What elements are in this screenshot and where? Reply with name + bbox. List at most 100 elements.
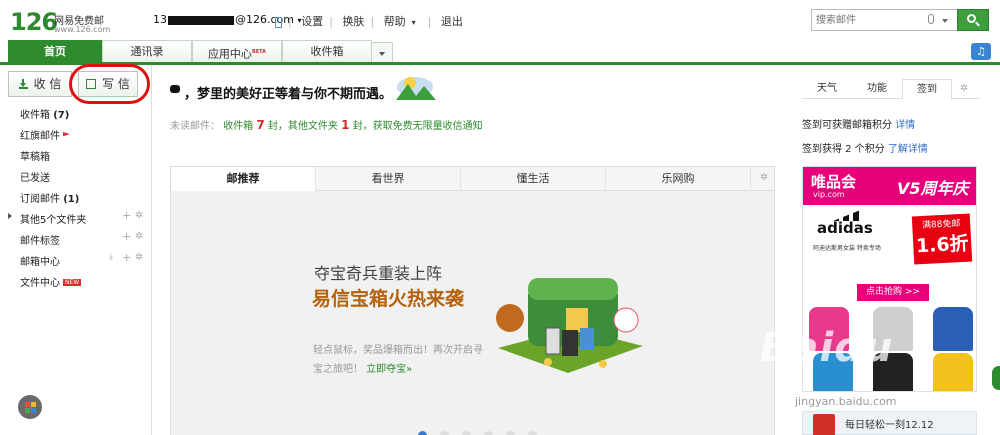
- ad-adidas-text: adidas: [817, 219, 873, 237]
- carousel-dot[interactable]: [528, 431, 537, 435]
- carousel-dot[interactable]: [484, 431, 493, 435]
- tab-shopping[interactable]: 乐网购: [606, 167, 751, 191]
- microphone-icon[interactable]: [928, 14, 934, 24]
- sidebar-item-subscriptions[interactable]: 订阅邮件 (1): [20, 190, 79, 205]
- weather-icon: [396, 77, 436, 100]
- logo-url: www.126.com: [54, 25, 111, 34]
- new-badge: NEW: [63, 279, 82, 286]
- logo[interactable]: 126 网易免费邮 www.126.com: [10, 8, 120, 36]
- search-box: [811, 9, 958, 31]
- sidebar-item-file-center[interactable]: 文件中心 NEW: [20, 274, 82, 289]
- checkin-info: 签到可获赠邮箱积分 详情: [802, 120, 916, 131]
- add-label-icon[interactable]: +: [122, 230, 131, 243]
- gear-icon[interactable]: ✲: [960, 83, 968, 94]
- ad-brand: 唯品会: [811, 173, 857, 191]
- ad-site: vip.com: [813, 190, 845, 199]
- chevron-down-icon[interactable]: [942, 19, 948, 23]
- download-icon[interactable]: ⤓: [109, 252, 113, 262]
- treasure-chest-illustration[interactable]: [488, 258, 653, 383]
- treasure-link[interactable]: 立即夺宝»: [366, 364, 412, 375]
- settings-link[interactable]: 设置: [301, 15, 323, 28]
- tab-features[interactable]: 功能: [852, 79, 902, 99]
- download-icon: [18, 79, 28, 89]
- account-redaction: [168, 15, 234, 25]
- ad-header: 唯品会 vip.com V5周年庆: [803, 167, 976, 205]
- account-prefix: 13: [153, 13, 167, 26]
- tab-label: 应用中心: [207, 47, 252, 61]
- search-button[interactable]: [957, 9, 989, 31]
- tab-life[interactable]: 懂生活: [461, 167, 606, 191]
- add-folder-icon[interactable]: +: [122, 209, 131, 222]
- top-links: | 设置 | 换肤 | 帮助 ▾ | 退出: [275, 13, 469, 29]
- details-link[interactable]: 详情: [895, 120, 915, 131]
- tab-world[interactable]: 看世界: [316, 167, 461, 191]
- username-redaction: [170, 85, 180, 93]
- greeting-text: ，梦里的美好正等着与你不期而遇。: [184, 87, 393, 102]
- tab-inbox[interactable]: 收件箱: [282, 40, 372, 63]
- gear-icon[interactable]: ✲: [760, 172, 768, 183]
- daily-fun-item[interactable]: 每日轻松一刻12.12: [802, 411, 977, 435]
- right-panel-tabs: 天气 功能 签到 ✲: [802, 79, 980, 100]
- checkin-points: 签到获得 2 个积分 了解详情: [802, 144, 928, 155]
- highlight-annotation: [69, 64, 150, 104]
- recommend-panel: [170, 191, 775, 435]
- jacket-image: [933, 353, 973, 391]
- logo-number: 126: [10, 8, 58, 36]
- unread-other-link[interactable]: ，其他文件夹 1 封: [278, 118, 363, 132]
- promo-description: 轻点鼠标，奖品爆箱而出！再次开启寻宝之旅吧！ 立即夺宝»: [313, 345, 483, 375]
- floating-scroll-button[interactable]: [992, 366, 1000, 390]
- tab-app-center[interactable]: 应用中心BETA: [192, 40, 282, 63]
- tab-more-button[interactable]: [371, 42, 393, 63]
- beta-badge: BETA: [251, 49, 267, 55]
- watermark-url: jingyan.baidu.com: [795, 395, 897, 408]
- tab-home[interactable]: 首页: [8, 40, 102, 63]
- add-icon[interactable]: +: [122, 251, 131, 264]
- app-grid-icon[interactable]: [18, 395, 42, 419]
- flag-icon: [63, 132, 70, 137]
- search-input[interactable]: [816, 13, 921, 27]
- gear-icon[interactable]: ✲: [135, 252, 143, 263]
- promo-headline: 夺宝奇兵重装上阵: [314, 264, 443, 283]
- jacket-image: [933, 307, 973, 351]
- sidebar-item-drafts[interactable]: 草稿箱: [20, 148, 50, 163]
- unread-summary: 未读邮件： 收件箱 7 封，其他文件夹 1 封，获取免费无限量收信通知: [170, 118, 483, 132]
- carousel-dot[interactable]: [506, 431, 515, 435]
- watermark: Baidu: [760, 325, 894, 371]
- sidebar-item-other-folders[interactable]: 其他5个文件夹: [20, 211, 86, 226]
- gear-icon[interactable]: ✲: [135, 210, 143, 221]
- ad-price-tag: 满88免邮 1.6折: [911, 213, 973, 265]
- tab-contacts[interactable]: 通讯录: [102, 40, 192, 63]
- unread-inbox-link[interactable]: 收件箱 7 封: [223, 118, 278, 132]
- ad-buy-button[interactable]: 点击抢购 >>: [857, 284, 929, 301]
- expand-icon[interactable]: [8, 213, 12, 219]
- sidebar-item-sent[interactable]: 已发送: [20, 169, 50, 184]
- chevron-down-icon: ▾: [411, 18, 416, 27]
- receive-button[interactable]: 收 信: [8, 71, 72, 97]
- carousel-dots: [418, 430, 550, 435]
- promo-title: 易信宝箱火热来袭: [312, 288, 465, 310]
- notify-link[interactable]: ，获取免费无限量收信通知: [363, 121, 483, 132]
- gear-icon[interactable]: ✲: [135, 231, 143, 242]
- recommend-tabs: 邮推荐 看世界 懂生活 乐网购 ✲: [170, 166, 775, 192]
- ad-title: V5周年庆: [897, 179, 969, 198]
- tab-checkin[interactable]: 签到: [902, 79, 952, 100]
- chevron-down-icon: [379, 52, 385, 56]
- carousel-dot[interactable]: [462, 431, 471, 435]
- tab-weather[interactable]: 天气: [802, 79, 852, 99]
- tab-recommend[interactable]: 邮推荐: [171, 167, 316, 192]
- mobile-icon[interactable]: [275, 16, 282, 28]
- logout-link[interactable]: 退出: [441, 15, 463, 28]
- music-icon[interactable]: ♫: [971, 43, 991, 60]
- sidebar-item-labels[interactable]: 邮件标签: [20, 232, 60, 247]
- carousel-dot[interactable]: [418, 431, 427, 435]
- sidebar-item-mail-center[interactable]: 邮箱中心: [20, 253, 60, 268]
- ad-subtitle: 阿迪达斯男女装 特卖专场: [813, 245, 881, 252]
- carousel-dot[interactable]: [440, 431, 449, 435]
- daily-icon: [813, 414, 835, 435]
- sidebar-item-inbox[interactable]: 收件箱 (7): [20, 106, 69, 121]
- daily-text: 每日轻松一刻12.12: [845, 420, 934, 431]
- learn-more-link[interactable]: 了解详情: [888, 144, 928, 155]
- help-link[interactable]: 帮助 ▾: [384, 15, 422, 28]
- skin-link[interactable]: 换肤: [342, 15, 364, 28]
- sidebar-item-flagged[interactable]: 红旗邮件: [20, 127, 70, 142]
